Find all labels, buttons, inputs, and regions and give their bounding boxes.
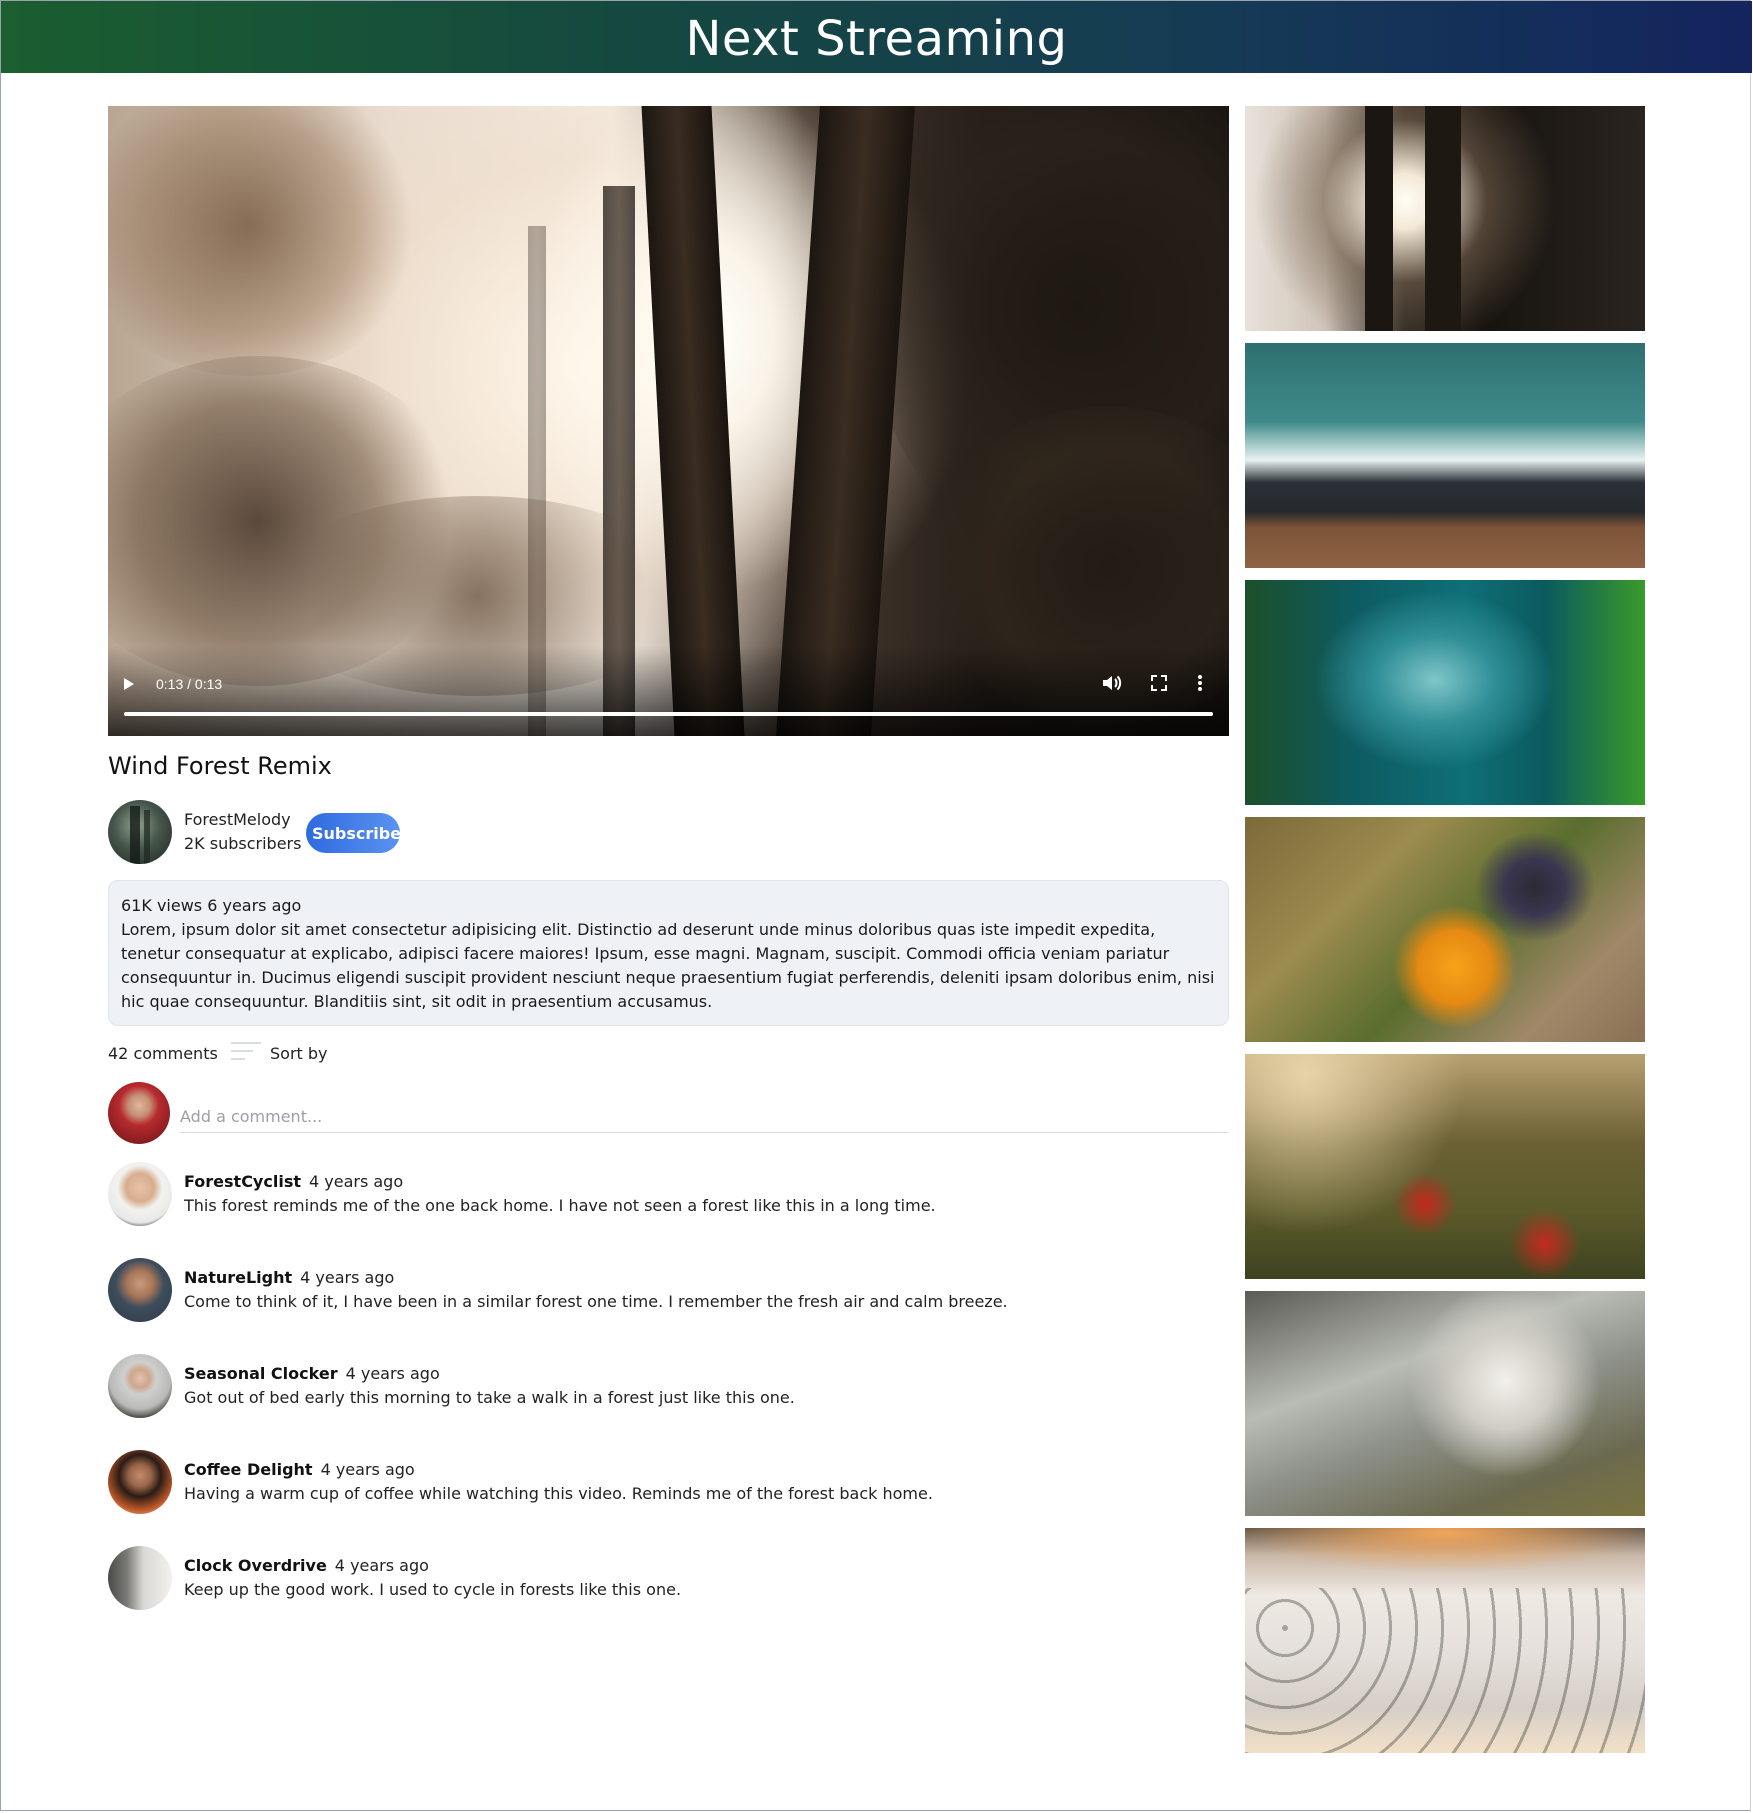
- channel-avatar[interactable]: [108, 800, 172, 864]
- progress-bar[interactable]: [124, 712, 1213, 716]
- play-icon[interactable]: [124, 678, 134, 690]
- video-description: Lorem, ipsum dolor sit amet consectetur …: [121, 920, 1215, 1011]
- subscribe-button[interactable]: Subscribe: [306, 813, 401, 853]
- thumbnail-ocean-waves[interactable]: [1245, 343, 1645, 568]
- subscriber-count: 2K subscribers: [184, 834, 302, 853]
- video-player[interactable]: 0:13 / 0:13: [108, 106, 1229, 736]
- comment-avatar[interactable]: [108, 1258, 172, 1322]
- sort-button[interactable]: Sort by: [270, 1044, 328, 1063]
- thumbnail-poppy-field[interactable]: [1245, 1054, 1645, 1279]
- thumbnail-butterfly-flower[interactable]: [1245, 817, 1645, 1042]
- app-header: Next Streaming: [1, 1, 1752, 73]
- comment-avatar[interactable]: [108, 1450, 172, 1514]
- comment-time: 4 years ago: [308, 1172, 404, 1191]
- fullscreen-icon[interactable]: [1149, 673, 1169, 693]
- comments-count: 42 comments: [108, 1044, 218, 1063]
- video-meta: 61K views 6 years ago: [121, 896, 302, 915]
- progress-fill: [124, 712, 1213, 716]
- comment-text: Come to think of it, I have been in a si…: [184, 1292, 1008, 1311]
- channel-name[interactable]: ForestMelody: [184, 810, 291, 829]
- volume-icon[interactable]: [1101, 673, 1123, 693]
- comment-avatar[interactable]: [108, 1546, 172, 1610]
- current-user-avatar: [108, 1082, 170, 1144]
- comment-time: 4 years ago: [334, 1556, 429, 1575]
- comment-text: Having a warm cup of coffee while watchi…: [184, 1484, 933, 1503]
- comment-text: Keep up the good work. I used to cycle i…: [184, 1580, 682, 1599]
- thumbnail-forest-sunrays[interactable]: [1245, 106, 1645, 331]
- comment-item: NatureLight 4 years ago Come to think of …: [108, 1258, 1229, 1322]
- controls-overlay: [108, 646, 1229, 736]
- sort-icon[interactable]: [231, 1040, 263, 1066]
- comment-avatar[interactable]: [108, 1354, 172, 1418]
- comment-author[interactable]: ForestCyclist 4 years ago: [184, 1172, 403, 1191]
- thumbnail-waterfall[interactable]: [1245, 1291, 1645, 1516]
- comment-item: ForestCyclist 4 years ago This forest rem…: [108, 1162, 1229, 1226]
- comment-item: Clock Overdrive 4 years ago Keep up the g…: [108, 1546, 1229, 1610]
- more-vertical-icon[interactable]: [1195, 673, 1205, 693]
- app-title: Next Streaming: [685, 11, 1068, 67]
- comment-author[interactable]: Coffee Delight 4 years ago: [184, 1460, 415, 1479]
- comment-time: 4 years ago: [320, 1460, 415, 1479]
- video-title: Wind Forest Remix: [108, 752, 332, 780]
- thumbnail-kelp-fish[interactable]: [1245, 580, 1645, 805]
- comment-item: Seasonal Clocker 4 years ago Got out of b…: [108, 1354, 1229, 1418]
- comment-input[interactable]: [180, 1100, 1228, 1133]
- comment-author[interactable]: Seasonal Clocker 4 years ago: [184, 1364, 440, 1383]
- comment-avatar[interactable]: [108, 1162, 172, 1226]
- comment-text: This forest reminds me of the one back h…: [184, 1196, 936, 1215]
- time-display: 0:13 / 0:13: [156, 676, 223, 692]
- comment-time: 4 years ago: [345, 1364, 440, 1383]
- comment-time: 4 years ago: [300, 1268, 395, 1287]
- comment-item: Coffee Delight 4 years ago Having a warm …: [108, 1450, 1229, 1514]
- comment-text: Got out of bed early this morning to tak…: [184, 1388, 795, 1407]
- description-box[interactable]: 61K views 6 years ago Lorem, ipsum dolor…: [108, 880, 1229, 1026]
- comment-author[interactable]: NatureLight 4 years ago: [184, 1268, 394, 1287]
- video-frame: [108, 106, 1229, 736]
- comment-author[interactable]: Clock Overdrive 4 years ago: [184, 1556, 429, 1575]
- thumbnail-snowy-forest[interactable]: [1245, 1528, 1645, 1753]
